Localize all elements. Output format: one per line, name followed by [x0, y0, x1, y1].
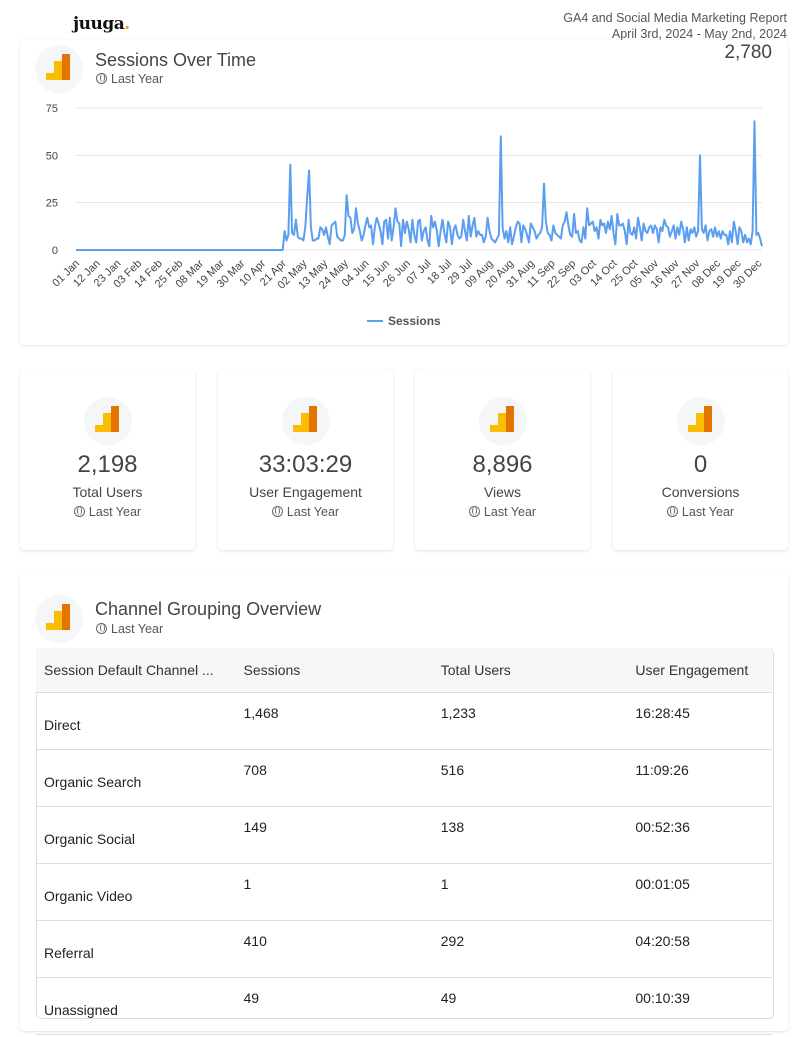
kpi-label: User Engagement: [249, 484, 362, 500]
y-tick-label: 50: [46, 150, 58, 162]
table-cell: 149: [235, 806, 433, 864]
table-cell: Direct: [36, 692, 236, 750]
period-label: Last Year: [613, 505, 788, 519]
table-cell: Referral: [36, 920, 236, 978]
kpi-value: 2,198: [77, 451, 138, 478]
table-cell: Organic Social: [36, 806, 236, 864]
table-cell: 138: [432, 806, 628, 864]
table-cell: 04:20:58: [627, 920, 772, 978]
table-cell: Organic Video: [36, 863, 236, 921]
table-row: Referral 410 292 04:20:58: [36, 920, 772, 978]
report-page: juuga. GA4 and Social Media Marketing Re…: [0, 0, 805, 1037]
google-analytics-icon: [479, 397, 527, 445]
table-cell: 16:28:45: [627, 692, 772, 750]
globe-icon: [468, 506, 480, 517]
kpi-value: 33:03:29: [258, 451, 353, 478]
table-cell: Organic Search: [36, 749, 236, 807]
sessions-series-line: [76, 120, 763, 251]
google-analytics-icon: [35, 595, 83, 643]
table-cell: Unassigned: [36, 977, 236, 1035]
report-header: GA4 and Social Media Marketing Report Ap…: [563, 10, 787, 42]
globe-icon: [666, 506, 678, 517]
sessions-line-chart: 025507501 Jan12 Jan23 Jan03 Feb14 Feb25 …: [46, 103, 765, 328]
table-cell: 49: [235, 977, 433, 1035]
column-header[interactable]: Session Default Channel ...: [36, 648, 236, 693]
table-cell: 1,468: [235, 692, 433, 750]
column-header[interactable]: Total Users: [432, 648, 628, 693]
column-header[interactable]: User Engagement: [627, 648, 772, 693]
juuga-logo: juuga.: [73, 14, 130, 34]
kpi-card-conversions: 0 Conversions Last Year: [613, 369, 788, 550]
sessions-over-time-card: Sessions Over Time Last Year 2,780 0 25 50…: [20, 40, 788, 345]
google-analytics-icon: [84, 397, 132, 445]
column-header[interactable]: Sessions: [235, 648, 433, 693]
table-row: Direct 1,468 1,233 16:28:45: [36, 692, 772, 750]
table-cell: 1,233: [432, 692, 628, 750]
report-title: GA4 and Social Media Marketing Report: [563, 11, 787, 25]
globe-icon: [96, 623, 107, 634]
table-cell: 49: [432, 977, 628, 1035]
kpi-label: Total Users: [72, 484, 143, 500]
kpi-value: 0: [693, 451, 708, 478]
kpi-card-total-users: 2,198 Total Users Last Year: [20, 369, 195, 550]
table-cell: 1: [235, 863, 433, 921]
table-row: Organic Video 1 1 00:01:05: [36, 863, 772, 921]
card-title: Channel Grouping Overview: [95, 599, 322, 619]
table-cell: 708: [235, 749, 433, 807]
globe-icon: [271, 506, 283, 517]
kpi-card-user-engagement: 33:03:29 User Engagement Last Year: [218, 369, 393, 550]
table-cell: 00:10:39: [627, 977, 772, 1035]
table-cell: 516: [432, 749, 628, 807]
table-cell: 292: [432, 920, 628, 978]
legend-label[interactable]: Sessions: [388, 314, 441, 328]
y-tick-label: 75: [46, 103, 58, 115]
table-row: Unassigned 49 49 00:10:39: [36, 977, 772, 1035]
table-cell: 00:52:36: [627, 806, 772, 864]
google-analytics-icon: [282, 397, 330, 445]
period-label: Last Year: [20, 505, 195, 519]
channel-table: Session Default Channel ... Sessions Total…: [36, 648, 772, 1035]
table-header-row: Session Default Channel ... Sessions Total…: [36, 648, 772, 693]
kpi-label: Conversions: [661, 484, 740, 500]
kpi-label: Views: [483, 484, 522, 500]
kpi-card-views: 8,896 Views Last Year: [415, 369, 590, 550]
period-label: Last Year: [96, 622, 163, 636]
kpi-value: 8,896: [472, 451, 533, 478]
table-row: Organic Social 149 138 00:52:36: [36, 806, 772, 864]
y-tick-label: 0: [52, 245, 58, 257]
globe-icon: [73, 506, 85, 517]
table-cell: 11:09:26: [627, 749, 772, 807]
table-cell: 00:01:05: [627, 863, 772, 921]
table-cell: 1: [432, 863, 628, 921]
period-label: Last Year: [415, 505, 590, 519]
table-row: Organic Search 708 516 11:09:26: [36, 749, 772, 807]
period-label: Last Year: [218, 505, 393, 519]
y-tick-label: 25: [46, 198, 58, 210]
google-analytics-icon: [677, 397, 725, 445]
channel-grouping-card: Channel Grouping Overview Last Year Sess…: [20, 575, 788, 1035]
table-cell: 410: [235, 920, 433, 978]
